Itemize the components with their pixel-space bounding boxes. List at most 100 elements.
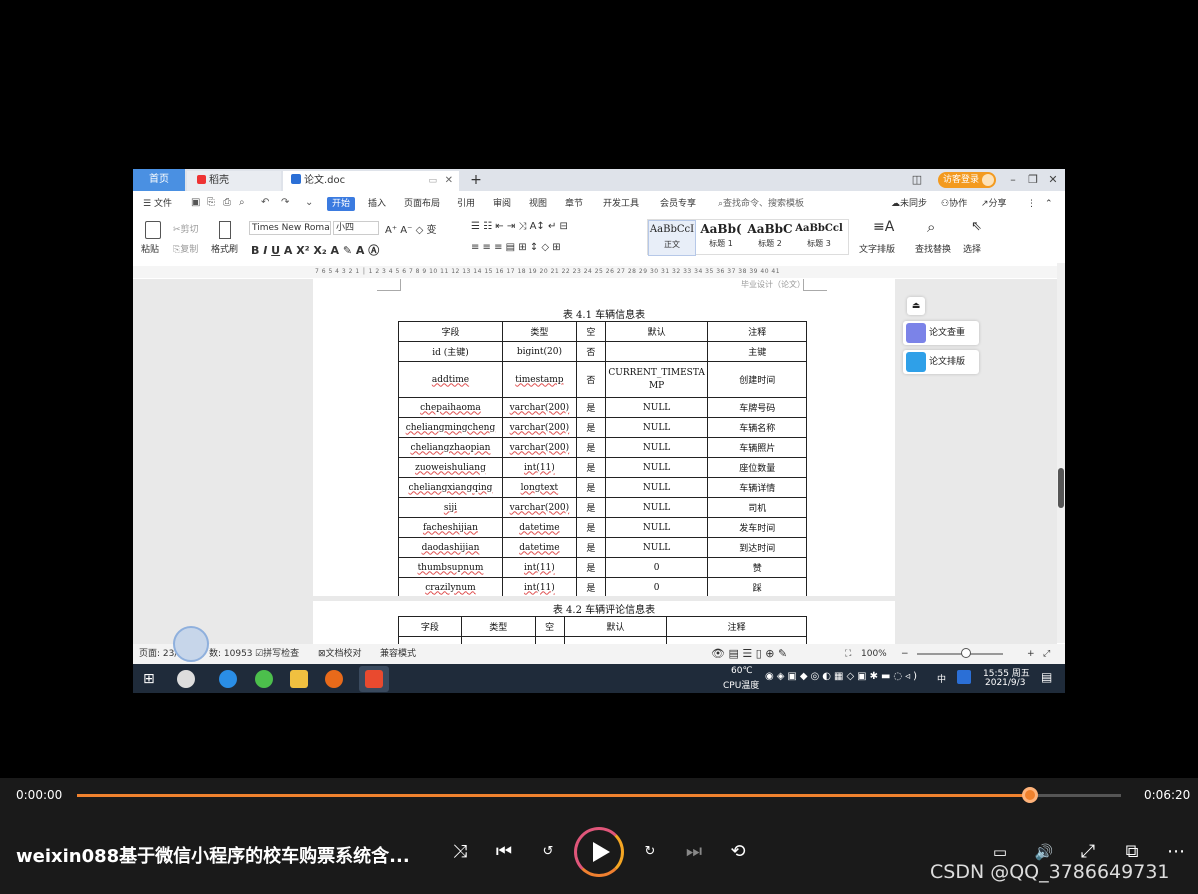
menu-file[interactable]: ☰ 文件 bbox=[143, 197, 172, 211]
preview-icon[interactable]: ⌕ bbox=[239, 197, 245, 208]
shuffle-icon[interactable]: ⤨ bbox=[447, 840, 473, 864]
list-icons[interactable]: ☰ ☷ ⇤ ⇥ ⤨ A↕ ↵ ⊟ bbox=[471, 221, 568, 232]
export-icon[interactable]: ⎘ bbox=[207, 197, 215, 208]
clock-date[interactable]: 2021/9/3 bbox=[985, 678, 1025, 688]
browser-icon[interactable] bbox=[255, 670, 273, 688]
font-size-select[interactable]: 小四 bbox=[333, 221, 379, 235]
style-heading-2[interactable]: AaBbC 标题 2 bbox=[746, 220, 794, 256]
format-painter-button[interactable]: 格式刷 bbox=[211, 242, 238, 255]
document-page-next[interactable]: 表 4.2 车辆评论信息表 字段 类型 空 默认 注释 bbox=[313, 601, 895, 647]
menu-home[interactable]: 开始 bbox=[327, 197, 356, 211]
font-format-icons[interactable]: B I U A X² X₂ A ✎ A Ⓐ bbox=[251, 242, 379, 258]
save-icon[interactable]: ▣ bbox=[191, 197, 200, 208]
style-heading-3[interactable]: AaBbCcl 标题 3 bbox=[795, 220, 843, 256]
paste-button[interactable]: 粘贴 bbox=[141, 242, 159, 255]
seek-bar[interactable] bbox=[77, 794, 1121, 797]
grow-font-icon[interactable]: A⁺ A⁻ ◇ 变 bbox=[385, 221, 436, 236]
zoom-in-icon[interactable]: + bbox=[1027, 644, 1035, 664]
seek-handle[interactable] bbox=[1022, 787, 1038, 803]
tray-icons[interactable]: ◉◈▣◆◎◐▦◇▣✱▬◌◃) bbox=[765, 671, 920, 682]
tab-pin-icon[interactable]: ▭ bbox=[428, 171, 437, 191]
loop-icon[interactable]: ⟲ bbox=[725, 840, 751, 864]
style-heading-1[interactable]: AaBb( 标题 1 bbox=[697, 220, 745, 256]
vertical-scrollbar[interactable] bbox=[1057, 263, 1065, 643]
zoom-out-icon[interactable]: − bbox=[901, 644, 909, 664]
zoom-slider[interactable] bbox=[917, 653, 1003, 655]
restore-icon[interactable]: ❐ bbox=[1023, 169, 1043, 191]
fit-page-icon[interactable]: ⛶ bbox=[845, 644, 851, 664]
ie-icon[interactable] bbox=[219, 670, 237, 688]
menu-insert[interactable]: 插入 bbox=[368, 197, 386, 211]
previous-icon[interactable]: ⏮ bbox=[491, 840, 517, 864]
fullscreen-icon[interactable]: ⤢ bbox=[1043, 644, 1050, 664]
tab-document[interactable]: 论文.doc ▭ ✕ bbox=[283, 171, 459, 191]
proofread-button[interactable]: ⊠文档校对 bbox=[318, 644, 362, 664]
wps-task-icon[interactable] bbox=[359, 666, 389, 692]
folder-icon[interactable] bbox=[290, 670, 308, 688]
paste-icon[interactable] bbox=[145, 221, 161, 239]
minimize-icon[interactable]: – bbox=[1003, 169, 1023, 191]
font-name-select[interactable]: Times New Roma bbox=[249, 221, 331, 235]
app-fan-icon[interactable] bbox=[177, 670, 195, 688]
sync-button[interactable]: ☁未同步 bbox=[891, 197, 927, 211]
video-frame[interactable]: 首页 稻壳 论文.doc ▭ ✕ + ◫ 访客登录 – ❐ ✕ ☰ 文件 ▣ ⎘… bbox=[133, 169, 1065, 693]
scroll-thumb[interactable] bbox=[1058, 468, 1064, 508]
collab-button[interactable]: ⚇协作 bbox=[941, 197, 967, 211]
command-search[interactable]: ⌕查找命令、搜索模板 bbox=[718, 197, 804, 211]
play-button[interactable] bbox=[574, 827, 624, 877]
menu-references[interactable]: 引用 bbox=[457, 197, 475, 211]
menu-chapter[interactable]: 章节 bbox=[565, 197, 583, 211]
document-page[interactable]: 毕业设计（论文） 表 4.1 车辆信息表 字段 类型 空 默认 注释 id (主… bbox=[313, 279, 895, 644]
spell-check-button[interactable]: ☑拼写检查 bbox=[255, 644, 299, 664]
text-layout-button[interactable]: 文字排版 bbox=[859, 242, 895, 255]
rewind-10-icon[interactable]: ↺ bbox=[535, 840, 561, 864]
style-normal[interactable]: AaBbCcI 正文 bbox=[648, 220, 696, 256]
close-icon[interactable]: ✕ bbox=[1043, 169, 1063, 191]
notification-icon[interactable]: ▤ bbox=[1041, 670, 1052, 684]
format-painter-icon[interactable] bbox=[219, 221, 231, 239]
video-player: 首页 稻壳 论文.doc ▭ ✕ + ◫ 访客登录 – ❐ ✕ ☰ 文件 ▣ ⎘… bbox=[0, 0, 1198, 894]
find-icon[interactable]: ⌕ bbox=[927, 218, 935, 236]
paper-check-button[interactable]: 论文查重 bbox=[903, 321, 979, 345]
menu-developer[interactable]: 开发工具 bbox=[603, 197, 639, 211]
floating-assistant-icon[interactable] bbox=[173, 626, 209, 662]
next-icon[interactable]: ⏭ bbox=[681, 840, 707, 864]
paper-layout-button[interactable]: 论文排版 bbox=[903, 350, 979, 374]
tab-home[interactable]: 首页 bbox=[133, 169, 185, 191]
layout-icon[interactable]: ◫ bbox=[907, 169, 927, 191]
undo-icon[interactable]: ↶ bbox=[261, 197, 269, 208]
page-indicator[interactable]: 页面: 23/ bbox=[139, 644, 177, 664]
zoom-slider-handle[interactable] bbox=[961, 648, 971, 658]
app-icon[interactable] bbox=[325, 670, 343, 688]
share-button[interactable]: ↗分享 bbox=[981, 197, 1007, 211]
select-icon[interactable]: ⇖ bbox=[971, 219, 982, 234]
print-icon[interactable]: ⎙ bbox=[223, 197, 231, 208]
copy-button[interactable]: ⎘复制 bbox=[173, 242, 198, 255]
menu-review[interactable]: 审阅 bbox=[493, 197, 511, 211]
cut-button[interactable]: ✂剪切 bbox=[173, 222, 199, 235]
tab-draft[interactable]: 稻壳 bbox=[187, 171, 281, 191]
panel-collapse-icon[interactable]: ⏏ bbox=[907, 297, 925, 315]
collapse-ribbon-icon[interactable]: ⌃ bbox=[1045, 197, 1053, 211]
more-icon[interactable]: ⌄ bbox=[305, 197, 313, 208]
menu-page-layout[interactable]: 页面布局 bbox=[404, 197, 440, 211]
start-icon[interactable]: ⊞ bbox=[143, 670, 161, 688]
redo-icon[interactable]: ↷ bbox=[281, 197, 289, 208]
align-icons[interactable]: ≡ ≡ ≡ ▤ ⊞ ↕ ◇ ⊞ bbox=[471, 242, 561, 253]
zoom-level[interactable]: 100% bbox=[861, 644, 887, 664]
tray-app-icon[interactable] bbox=[957, 670, 971, 684]
login-button[interactable]: 访客登录 bbox=[938, 172, 996, 188]
ruler[interactable]: 7 6 5 4 3 2 1 │ 1 2 3 4 5 6 7 8 9 10 11 … bbox=[133, 266, 1065, 278]
menu-member[interactable]: 会员专享 bbox=[660, 197, 696, 211]
more-options-icon[interactable]: ⋮ bbox=[1027, 197, 1036, 211]
select-button[interactable]: 选择 bbox=[963, 242, 981, 255]
new-tab-button[interactable]: + bbox=[467, 169, 485, 189]
text-layout-icon[interactable]: ≡A bbox=[873, 219, 894, 235]
forward-30-icon[interactable]: ↻ bbox=[637, 840, 663, 864]
view-mode-icons[interactable]: 👁 ▤ ☰ ▯ ⊕ ✎ bbox=[711, 644, 787, 664]
word-count[interactable]: 数: 10953 bbox=[209, 644, 253, 664]
tab-close-icon[interactable]: ✕ bbox=[445, 171, 453, 191]
ime-indicator[interactable]: 中 bbox=[937, 672, 946, 685]
menu-view[interactable]: 视图 bbox=[529, 197, 547, 211]
find-replace-button[interactable]: 查找替换 bbox=[915, 242, 951, 255]
